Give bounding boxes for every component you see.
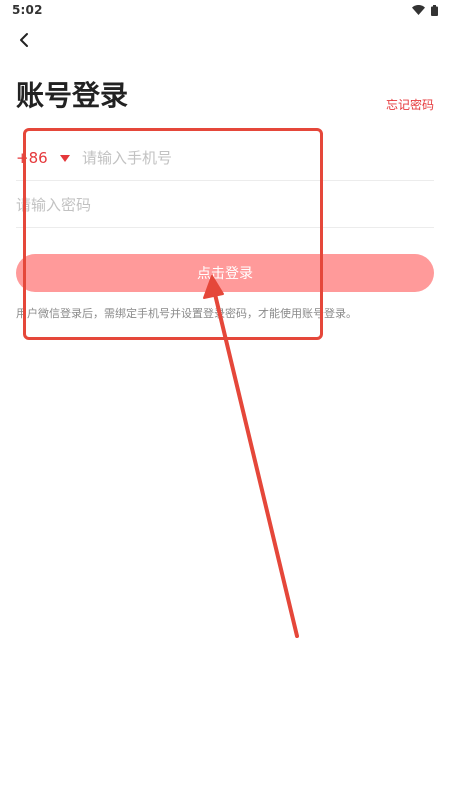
phone-field-row: +86: [16, 136, 434, 181]
annotation-arrow: [203, 275, 299, 638]
battery-icon: [431, 4, 438, 16]
login-button[interactable]: 点击登录: [16, 254, 434, 292]
page-title: 账号登录: [16, 79, 129, 112]
login-hint-text: 用户微信登录后，需绑定手机号并设置登录密码，才能使用账号登录。: [16, 307, 357, 320]
chevron-left-icon: [17, 32, 31, 52]
password-field-row: [16, 183, 434, 228]
status-bar: 5:02: [0, 0, 450, 20]
password-input[interactable]: [16, 183, 434, 227]
wifi-icon: [412, 5, 425, 15]
back-button[interactable]: [10, 28, 38, 56]
status-time: 5:02: [12, 3, 43, 17]
country-code-selector[interactable]: +86: [16, 149, 82, 167]
status-icons: [412, 4, 438, 16]
country-code: +86: [16, 149, 48, 167]
phone-input[interactable]: [82, 136, 434, 180]
forgot-password-link[interactable]: 忘记密码: [386, 96, 434, 114]
login-screen: 5:02 账号登录 忘记密码 +86 请输入手机号 点击登录 用户微信登录后，需…: [0, 0, 450, 800]
triangle-down-icon: [59, 149, 70, 167]
